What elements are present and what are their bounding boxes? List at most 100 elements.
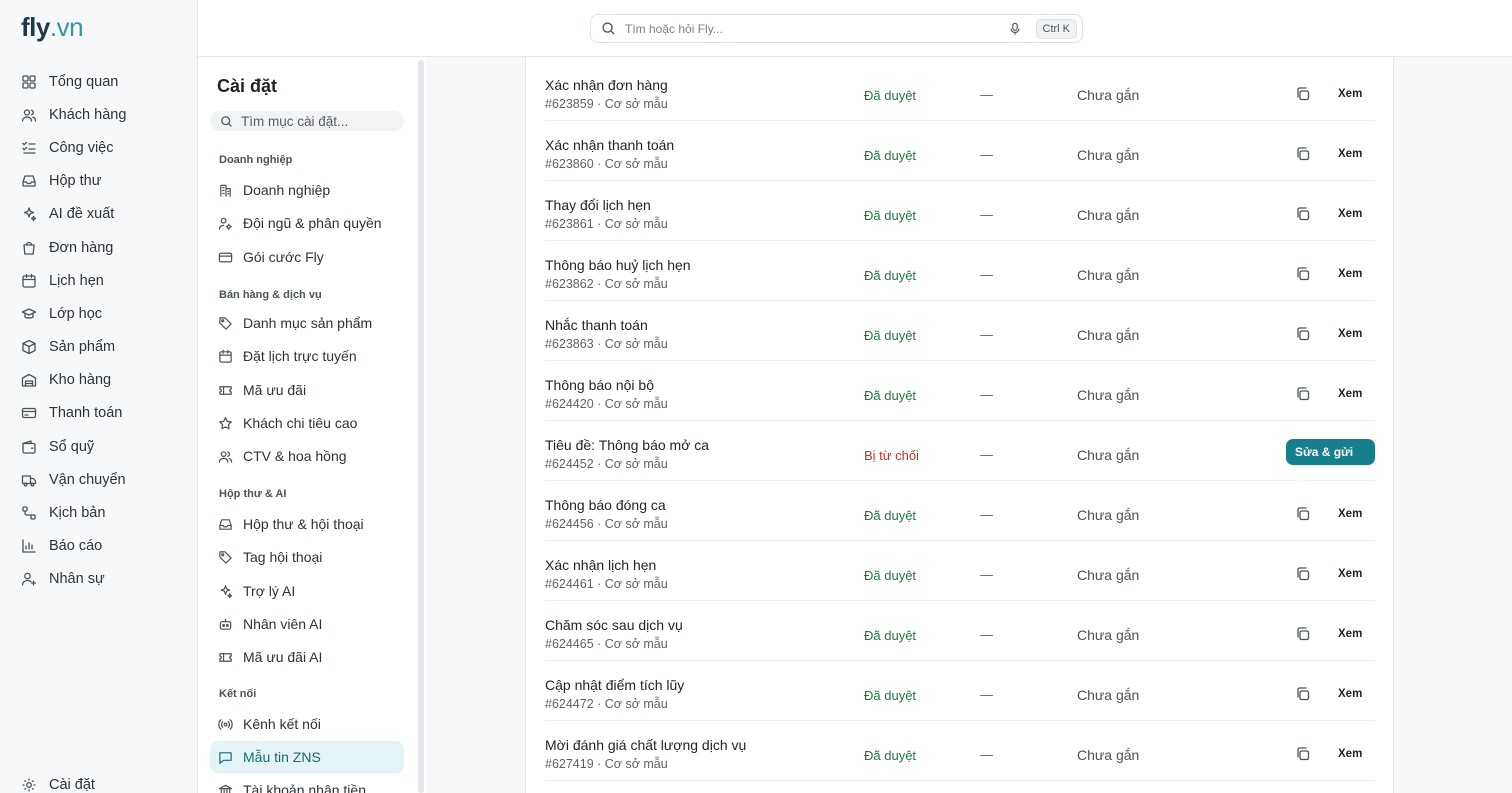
settings-item-15[interactable]: Tài khoản nhận tiền — [210, 774, 404, 793]
settings-item-8[interactable]: Hộp thư & hội thoại — [210, 508, 404, 540]
nav-item-12[interactable]: Vận chuyển — [0, 463, 198, 496]
nav-item-0[interactable]: Tổng quan — [0, 65, 198, 98]
settings-item-10[interactable]: Trợ lý AI — [210, 575, 404, 607]
nav-item-15[interactable]: Nhân sự — [0, 563, 198, 596]
nav-item-2[interactable]: Công việc — [0, 131, 198, 164]
template-meta: #623863 · Cơ sở mẫu — [545, 337, 668, 351]
template-name[interactable]: Cập nhật điểm tích lũy — [545, 677, 684, 693]
main-nav: Tổng quan Khách hàng Công việc Hộp thư AI đề… — [0, 65, 198, 596]
copy-icon — [1297, 567, 1310, 581]
view-button[interactable]: Xem — [1338, 568, 1362, 580]
view-button[interactable]: Xem — [1338, 688, 1362, 700]
settings-item-6[interactable]: Khách chi tiêu cao — [210, 407, 404, 439]
settings-item-2[interactable]: Gói cước Fly — [210, 241, 404, 273]
settings-item-7[interactable]: CTV & hoa hồng — [210, 440, 404, 472]
settings-item-5[interactable]: Mã ưu đãi — [210, 374, 404, 406]
template-name[interactable]: Thông báo huỷ lịch hẹn — [545, 257, 691, 273]
template-name[interactable]: Tiêu đề: Thông báo mở ca — [545, 437, 709, 453]
settings-scrollbar[interactable] — [418, 60, 424, 793]
copy-button[interactable] — [1295, 326, 1311, 342]
copy-button[interactable] — [1295, 566, 1311, 582]
nav-item-3[interactable]: Hộp thư — [0, 165, 198, 198]
settings-item-label: Khách chi tiêu cao — [243, 415, 358, 431]
logo[interactable]: fly.vn — [21, 12, 84, 43]
nav-item-settings[interactable]: Cài đặt — [0, 768, 198, 793]
nav-item-label: Tổng quan — [49, 73, 119, 90]
nav-item-13[interactable]: Kịch bản — [0, 496, 198, 529]
nav-item-7[interactable]: Lớp học — [0, 297, 198, 330]
nav-item-label: Sổ quỹ — [49, 438, 95, 455]
zns-template-list: Xác nhận đơn hàng #623859 · Cơ sở mẫu Đã d… — [525, 57, 1394, 793]
settings-item-14[interactable]: Mẫu tin ZNS — [210, 741, 404, 773]
template-name[interactable]: Xác nhận đơn hàng — [545, 77, 668, 93]
meta-separator: · — [593, 457, 605, 471]
copy-button[interactable] — [1295, 206, 1311, 222]
template-name[interactable]: Nhắc thanh toán — [545, 317, 648, 333]
copy-button[interactable] — [1295, 86, 1311, 102]
copy-icon — [1297, 207, 1310, 221]
copy-button[interactable] — [1295, 266, 1311, 282]
view-button[interactable]: Xem — [1338, 748, 1362, 760]
settings-item-3[interactable]: Danh mục sản phẩm — [210, 307, 404, 339]
template-name[interactable]: Xác nhận thanh toán — [545, 137, 674, 153]
nav-item-1[interactable]: Khách hàng — [0, 98, 198, 131]
view-button[interactable]: Xem — [1338, 628, 1362, 640]
template-name[interactable]: Mời đánh giá chất lượng dịch vụ — [545, 737, 746, 753]
settings-item-12[interactable]: Mã ưu đãi AI — [210, 641, 404, 673]
copy-button[interactable] — [1295, 506, 1311, 522]
status-label: Đã duyệt — [864, 508, 917, 523]
template-name[interactable]: Thay đổi lịch hẹn — [545, 197, 651, 213]
nav-item-11[interactable]: Sổ quỹ — [0, 430, 198, 463]
nav-item-label: Thanh toán — [49, 405, 123, 422]
ticket-icon — [219, 385, 232, 395]
empty-value: — — [980, 387, 993, 402]
view-button[interactable]: Xem — [1338, 508, 1362, 520]
settings-item-1[interactable]: Đội ngũ & phân quyền — [210, 207, 404, 239]
box-icon — [22, 339, 36, 355]
template-name[interactable]: Thông báo nội bộ — [545, 377, 654, 393]
edit-resend-button[interactable]: Sửa & gửi lại — [1286, 439, 1375, 485]
settings-item-4[interactable]: Đặt lịch trực tuyến — [210, 340, 404, 372]
template-name[interactable]: Chăm sóc sau dịch vụ — [545, 617, 683, 633]
template-name[interactable]: Xác nhận lịch hẹn — [545, 557, 656, 573]
template-meta: #623859 · Cơ sở mẫu — [545, 97, 668, 111]
copy-button[interactable] — [1295, 386, 1311, 402]
nav-item-4[interactable]: AI đề xuất — [0, 198, 198, 231]
settings-item-0[interactable]: Doanh nghiệp — [210, 174, 404, 206]
view-button[interactable]: Xem — [1338, 328, 1362, 340]
view-button[interactable]: Xem — [1338, 148, 1362, 160]
settings-item-label: Gói cước Fly — [243, 249, 324, 265]
settings-item-label: Mã ưu đãi — [243, 382, 307, 398]
microphone-icon[interactable] — [1008, 22, 1022, 36]
copy-button[interactable] — [1295, 746, 1311, 762]
template-id: #624472 — [545, 697, 594, 711]
settings-search-input[interactable]: Tìm mục cài đặt... — [210, 111, 404, 131]
copy-button[interactable] — [1295, 686, 1311, 702]
template-source: Cơ sở mẫu — [604, 577, 668, 591]
settings-item-13[interactable]: Kênh kết nối — [210, 708, 404, 740]
nav-item-8[interactable]: Sản phẩm — [0, 331, 198, 364]
meta-separator: · — [593, 157, 605, 171]
copy-button[interactable] — [1295, 626, 1311, 642]
settings-item-9[interactable]: Tag hội thoại — [210, 541, 404, 573]
nav-item-label: Vận chuyển — [49, 471, 126, 488]
status-label: Đã duyệt — [864, 148, 917, 163]
nav-item-10[interactable]: Thanh toán — [0, 397, 198, 430]
settings-item-11[interactable]: Nhân viên AI — [210, 608, 404, 640]
empty-value: — — [980, 567, 993, 582]
view-button[interactable]: Xem — [1338, 208, 1362, 220]
nav-item-9[interactable]: Kho hàng — [0, 364, 198, 397]
users-icon — [218, 450, 233, 463]
template-name[interactable]: Thông báo đóng ca — [545, 497, 666, 513]
global-search[interactable]: Tìm hoặc hỏi Fly... Ctrl K — [590, 14, 1083, 43]
copy-button[interactable] — [1295, 146, 1311, 162]
view-button[interactable]: Xem — [1338, 268, 1362, 280]
view-button[interactable]: Xem — [1338, 388, 1362, 400]
view-button[interactable]: Xem — [1338, 88, 1362, 100]
nav-item-5[interactable]: Đơn hàng — [0, 231, 198, 264]
nav-item-14[interactable]: Báo cáo — [0, 530, 198, 563]
template-meta: #623861 · Cơ sở mẫu — [545, 217, 668, 231]
nav-item-label: Nhân sự — [49, 571, 105, 588]
nav-item-6[interactable]: Lịch hẹn — [0, 264, 198, 297]
template-source: Cơ sở mẫu — [604, 337, 668, 351]
